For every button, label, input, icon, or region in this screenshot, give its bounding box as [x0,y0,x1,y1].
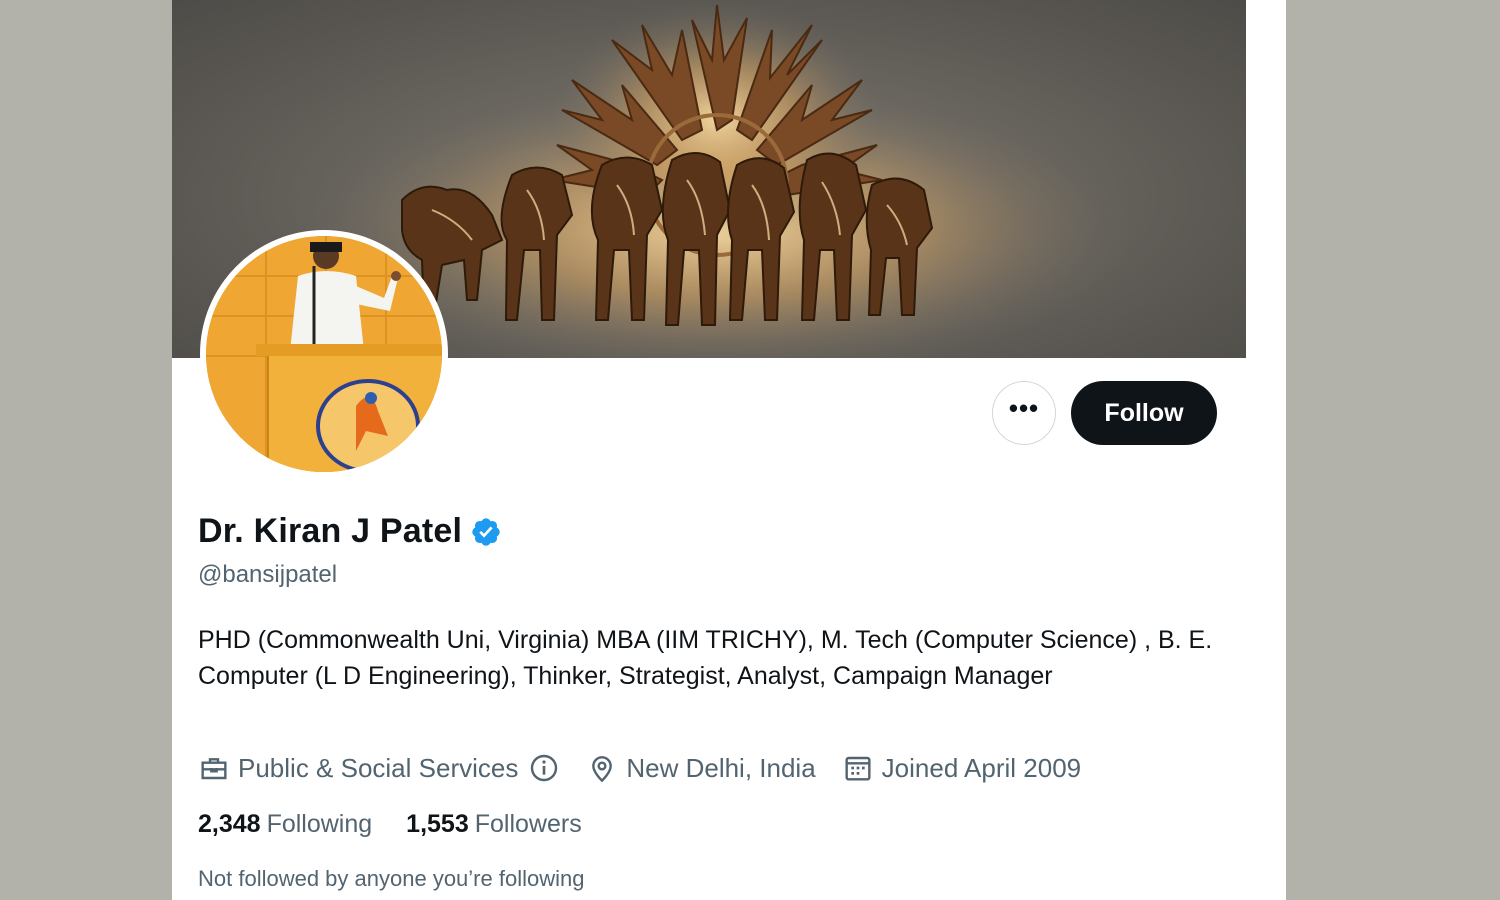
profile-handle: @bansijpatel [198,561,338,588]
location-item: New Delhi, India [586,752,816,784]
category-item: Public & Social Services [198,752,560,784]
verified-badge-icon[interactable] [470,516,502,548]
category-label: Public & Social Services [238,752,519,783]
following-count: 2,348 [198,810,261,838]
followers-label: Followers [474,810,582,838]
location-pin-icon [592,756,613,783]
follow-button[interactable]: Follow [1071,381,1217,445]
follow-stats: 2,348 Following 1,553 Followers [198,810,616,839]
more-options-button[interactable]: ••• [992,381,1056,445]
more-horizontal-icon: ••• [1008,393,1040,423]
followers-link[interactable]: 1,553 Followers [406,810,582,839]
calendar-icon [845,756,871,781]
following-link[interactable]: 2,348 Following [198,810,372,839]
following-label: Following [266,810,373,838]
briefcase-icon [201,758,227,780]
location-label: New Delhi, India [626,752,816,783]
profile-card: ••• Follow Dr. Kiran J Patel @bansijpate… [172,0,1246,900]
right-margin-strip [1246,0,1286,900]
profile-bio: PHD (Commonwealth Uni, Virginia) MBA (II… [198,626,1213,690]
info-icon[interactable] [528,752,560,784]
profile-avatar[interactable] [200,230,448,478]
display-name: Dr. Kiran J Patel [198,512,463,550]
mutual-followers-note: Not followed by anyone you’re following [198,866,585,891]
joined-label: Joined April 2009 [881,752,1082,783]
followers-count: 1,553 [406,810,469,838]
profile-meta: Public & Social Services New Delhi, Indi… [198,752,1107,784]
name-row: Dr. Kiran J Patel [198,512,502,551]
joined-item: Joined April 2009 [842,752,1081,784]
avatar-photo [206,236,442,472]
